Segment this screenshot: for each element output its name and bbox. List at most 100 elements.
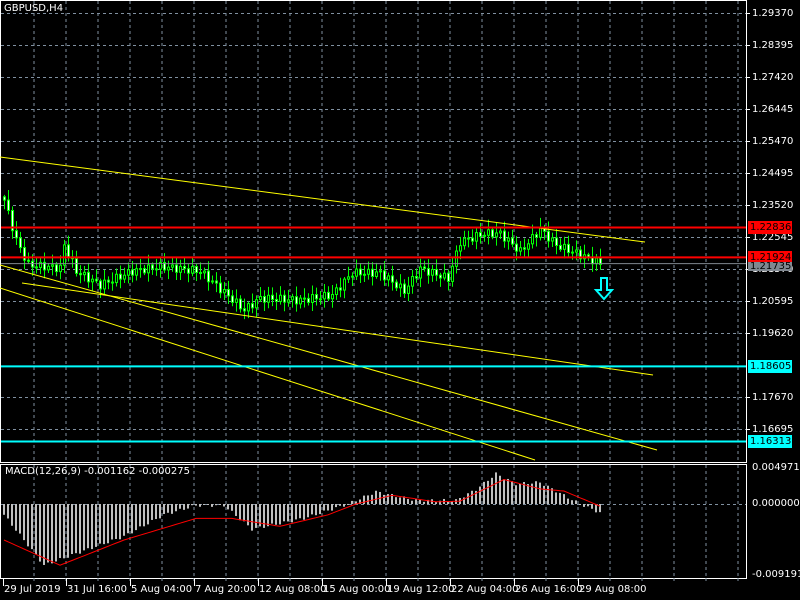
candle-body xyxy=(347,276,350,280)
macd-histogram-bar xyxy=(139,504,141,527)
macd-histogram-bar xyxy=(415,499,417,504)
time-label: 22 Aug 04:00 xyxy=(451,584,519,595)
candle-body xyxy=(63,244,66,266)
macd-histogram-bar xyxy=(199,504,201,507)
candle-body xyxy=(511,237,514,245)
macd-tick-label: -0.009191 xyxy=(752,569,800,580)
macd-histogram-bar xyxy=(43,504,45,565)
candle-body xyxy=(103,279,106,290)
price-tick-label: 1.19620 xyxy=(752,327,794,339)
macd-histogram-bar xyxy=(383,494,385,504)
candle-body xyxy=(515,243,518,252)
candle-body xyxy=(395,281,398,289)
macd-histogram-bar xyxy=(251,504,253,531)
candle-body xyxy=(155,268,158,271)
candle-body xyxy=(31,260,34,268)
macd-histogram-bar xyxy=(503,479,505,504)
candle-body xyxy=(147,264,150,274)
candle-body xyxy=(547,230,550,242)
macd-histogram-bar xyxy=(299,504,301,519)
candle-body xyxy=(323,291,326,300)
macd-histogram-bar xyxy=(151,504,153,520)
macd-histogram-bar xyxy=(347,503,349,505)
time-label: 29 Aug 08:00 xyxy=(579,584,647,595)
candle-body xyxy=(107,279,110,283)
price-tick-label: 1.17670 xyxy=(752,391,794,403)
price-chart[interactable] xyxy=(0,0,800,600)
candle-body xyxy=(407,285,410,294)
candle-body xyxy=(171,264,174,268)
level-price-tag: 1.16313 xyxy=(748,435,792,449)
time-label: 12 Aug 08:00 xyxy=(259,584,327,595)
candle-body xyxy=(471,237,474,242)
macd-histogram-bar xyxy=(571,500,573,504)
macd-histogram-bar xyxy=(411,500,413,504)
candle-body xyxy=(239,298,242,310)
candle-body xyxy=(335,287,338,296)
candle-body xyxy=(559,244,562,250)
macd-histogram-bar xyxy=(323,504,325,511)
macd-histogram-bar xyxy=(3,504,5,515)
macd-histogram-bar xyxy=(39,504,41,562)
candle-body xyxy=(527,243,530,250)
time-label: 29 Jul 2019 xyxy=(4,584,61,595)
macd-histogram-bar xyxy=(343,504,345,507)
macd-histogram-bar xyxy=(135,504,137,531)
time-label: 26 Aug 16:00 xyxy=(515,584,583,595)
time-label: 7 Aug 20:00 xyxy=(195,584,257,595)
macd-histogram-bar xyxy=(67,504,69,558)
candle-body xyxy=(439,274,442,279)
candle-body xyxy=(459,245,462,252)
candle-body xyxy=(175,264,178,273)
candle-body xyxy=(227,288,230,297)
candle-body xyxy=(223,288,226,294)
macd-histogram-bar xyxy=(367,495,369,504)
candle-body xyxy=(359,268,362,276)
candle-body xyxy=(131,269,134,276)
candle-body xyxy=(263,295,266,303)
candle-body xyxy=(211,280,214,283)
candle-body xyxy=(67,244,70,258)
candle-body xyxy=(475,232,478,242)
macd-histogram-bar xyxy=(75,504,77,554)
macd-histogram-bar xyxy=(467,493,469,504)
price-tick-label: 1.26445 xyxy=(752,103,794,115)
macd-histogram-bar xyxy=(79,504,81,554)
macd-histogram-bar xyxy=(591,504,593,509)
candle-body xyxy=(55,264,58,273)
macd-histogram-bar xyxy=(51,504,53,564)
macd-histogram-bar xyxy=(111,504,113,540)
candle-body xyxy=(75,258,78,274)
macd-histogram-bar xyxy=(115,504,117,539)
macd-histogram-bar xyxy=(287,504,289,522)
macd-histogram-bar xyxy=(319,504,321,515)
candle-body xyxy=(231,295,234,303)
macd-histogram-bar xyxy=(399,497,401,504)
macd-histogram-bar xyxy=(179,504,181,509)
macd-histogram-bar xyxy=(63,504,65,559)
macd-histogram-bar xyxy=(223,504,225,507)
candle-body xyxy=(567,243,570,254)
candle-body xyxy=(595,257,598,265)
price-tick-label: 1.25470 xyxy=(752,135,794,147)
macd-histogram-bar xyxy=(471,490,473,504)
macd-histogram-bar xyxy=(71,504,73,555)
macd-histogram-bar xyxy=(119,504,121,540)
macd-histogram-bar xyxy=(407,499,409,504)
macd-histogram-bar xyxy=(579,504,581,505)
macd-histogram-bar xyxy=(267,504,269,527)
candle-body xyxy=(331,294,334,300)
macd-histogram-bar xyxy=(331,504,333,511)
macd-histogram-bar xyxy=(315,504,317,516)
macd-histogram-bar xyxy=(307,504,309,518)
candle-body xyxy=(415,275,418,279)
candle-body xyxy=(487,229,490,236)
macd-histogram-bar xyxy=(483,481,485,504)
macd-histogram-bar xyxy=(143,504,145,527)
candle-body xyxy=(379,270,382,273)
macd-histogram-bar xyxy=(95,504,97,547)
macd-histogram-bar xyxy=(303,504,305,520)
candle-body xyxy=(503,230,506,242)
macd-histogram-bar xyxy=(11,504,13,526)
macd-histogram-bar xyxy=(163,504,165,514)
